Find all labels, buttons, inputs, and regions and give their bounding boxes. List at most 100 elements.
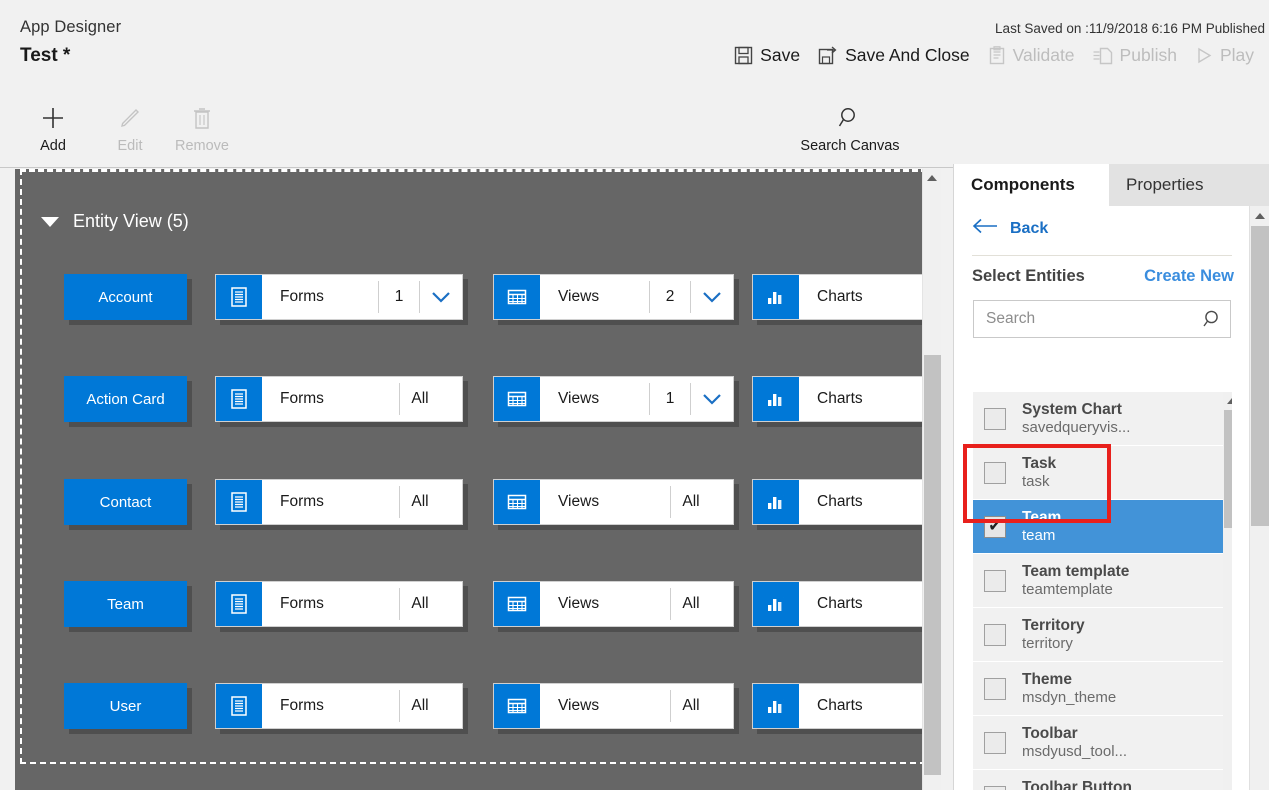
entity-checkbox[interactable] (984, 785, 1006, 790)
play-button[interactable]: Play (1186, 43, 1263, 68)
validate-button[interactable]: Validate (979, 43, 1084, 68)
app-header: App Designer Test * Last Saved on :11/9/… (0, 0, 1269, 90)
search-input[interactable] (974, 310, 1196, 328)
charts-tile[interactable]: Charts (752, 274, 941, 320)
views-icon (494, 684, 540, 728)
entity-view-section-header[interactable]: Entity View (5) (41, 211, 189, 232)
panel-scroll-thumb[interactable] (1251, 226, 1269, 526)
views-tile[interactable]: Views All (493, 683, 734, 729)
search-icon (800, 98, 900, 138)
list-scroll-up-arrow[interactable] (1223, 392, 1232, 409)
list-scroll-thumb[interactable] (1224, 410, 1232, 528)
views-tile[interactable]: Views 2 (493, 274, 734, 320)
entity-list-item[interactable]: System Chart savedqueryvis... (973, 392, 1232, 446)
entity-button[interactable]: Action Card (64, 376, 187, 422)
entity-list-item[interactable]: Theme msdyn_theme (973, 662, 1232, 716)
canvas-scroll-up-arrow[interactable] (923, 169, 941, 187)
forms-tile[interactable]: Forms All (215, 683, 463, 729)
entity-button[interactable]: Contact (64, 479, 187, 525)
entity-checkbox[interactable] (984, 623, 1006, 646)
entity-list-item[interactable]: Toolbar msdyusd_tool... (973, 716, 1232, 770)
forms-tile[interactable]: Forms All (215, 479, 463, 525)
views-icon (494, 480, 540, 524)
charts-tile[interactable]: Charts (752, 376, 941, 422)
charts-tile[interactable]: Charts (752, 581, 941, 627)
forms-icon (216, 684, 262, 728)
save-and-close-button[interactable]: Save And Close (809, 43, 979, 68)
entity-display-name: Team template (1022, 562, 1130, 580)
entity-list-scrollbar[interactable] (1223, 392, 1232, 790)
app-canvas: Entity View (5) Account Forms 1 Views 2 … (15, 169, 941, 790)
tab-properties[interactable]: Properties (1109, 164, 1269, 206)
forms-tile-count: All (411, 390, 429, 407)
forms-tile[interactable]: Forms All (215, 376, 463, 422)
entity-rows: System Chart savedqueryvis... Task task … (973, 392, 1232, 790)
entity-list-item[interactable]: Toolbar Button msdyusd_tool... (973, 770, 1232, 790)
play-button-label: Play (1219, 45, 1254, 65)
entity-checkbox[interactable] (984, 569, 1006, 592)
entity-logical-name: task (1022, 472, 1050, 490)
back-button[interactable]: Back (972, 218, 1048, 239)
forms-tile-count: All (411, 595, 429, 612)
entity-checkbox[interactable] (984, 461, 1006, 484)
views-tile-label: Views (558, 390, 600, 407)
canvas-scroll-thumb[interactable] (924, 355, 941, 775)
views-tile-label: Views (558, 595, 600, 612)
views-tile[interactable]: Views All (493, 581, 734, 627)
search-icon[interactable] (1196, 308, 1230, 330)
plus-icon (15, 98, 91, 138)
panel-body: Back Select Entities Create New System C… (954, 206, 1250, 790)
search-canvas-label: Search Canvas (800, 138, 900, 154)
entity-view-row: Account Forms 1 Views 2 Charts (15, 274, 941, 326)
entity-list-item[interactable]: Territory territory (973, 608, 1232, 662)
charts-tile[interactable]: Charts (752, 683, 941, 729)
views-tile[interactable]: Views 1 (493, 376, 734, 422)
edit-button[interactable]: Edit (92, 98, 168, 154)
views-tile[interactable]: Views All (493, 479, 734, 525)
entity-view-row: Contact Forms All Views All Charts (15, 479, 941, 531)
forms-tile-count: 1 (394, 288, 404, 305)
add-button[interactable]: Add (15, 98, 91, 154)
entity-display-name: Territory (1022, 616, 1085, 634)
panel-scroll-up-arrow[interactable] (1250, 206, 1269, 225)
entity-list-item[interactable]: Task task (973, 446, 1232, 500)
entity-button[interactable]: User (64, 683, 187, 729)
forms-tile[interactable]: Forms All (215, 581, 463, 627)
entity-checkbox[interactable] (984, 407, 1006, 430)
forms-tile[interactable]: Forms 1 (215, 274, 463, 320)
charts-tile[interactable]: Charts (752, 479, 941, 525)
chevron-down-icon[interactable] (691, 290, 733, 304)
entity-checkbox[interactable]: ✔ (984, 515, 1006, 538)
charts-tile-label: Charts (817, 697, 863, 714)
entity-display-name: Toolbar Button (1022, 778, 1132, 790)
chevron-down-icon[interactable] (420, 290, 462, 304)
last-saved-status: Last Saved on :11/9/2018 6:16 PM Publish… (995, 21, 1265, 36)
chevron-down-icon[interactable] (691, 392, 733, 406)
canvas-dashed-region (20, 169, 936, 764)
create-new-link[interactable]: Create New (1144, 267, 1234, 286)
entity-button[interactable]: Account (64, 274, 187, 320)
entity-list-item[interactable]: ✔ Team team (973, 500, 1232, 554)
views-icon (494, 275, 540, 319)
entity-display-name: Toolbar (1022, 724, 1078, 742)
entity-list[interactable]: System Chart savedqueryvis... Task task … (973, 392, 1232, 790)
entity-checkbox[interactable] (984, 677, 1006, 700)
canvas-scrollbar[interactable] (922, 169, 941, 790)
validate-icon (988, 46, 1006, 65)
panel-scrollbar[interactable] (1249, 206, 1269, 790)
forms-tile-label: Forms (280, 595, 324, 612)
remove-button[interactable]: Remove (164, 98, 240, 154)
views-tile-count: 2 (665, 288, 675, 305)
views-icon (494, 582, 540, 626)
charts-icon (753, 377, 799, 421)
publish-button[interactable]: Publish (1084, 43, 1186, 68)
app-title: Test * (20, 45, 71, 66)
charts-tile-label: Charts (817, 390, 863, 407)
search-canvas-button[interactable]: Search Canvas (800, 98, 900, 154)
tab-components[interactable]: Components (954, 164, 1109, 206)
panel-tabs: Components Properties (954, 164, 1269, 206)
save-button[interactable]: Save (725, 43, 809, 68)
entity-checkbox[interactable] (984, 731, 1006, 754)
entity-list-item[interactable]: Team template teamtemplate (973, 554, 1232, 608)
entity-button[interactable]: Team (64, 581, 187, 627)
